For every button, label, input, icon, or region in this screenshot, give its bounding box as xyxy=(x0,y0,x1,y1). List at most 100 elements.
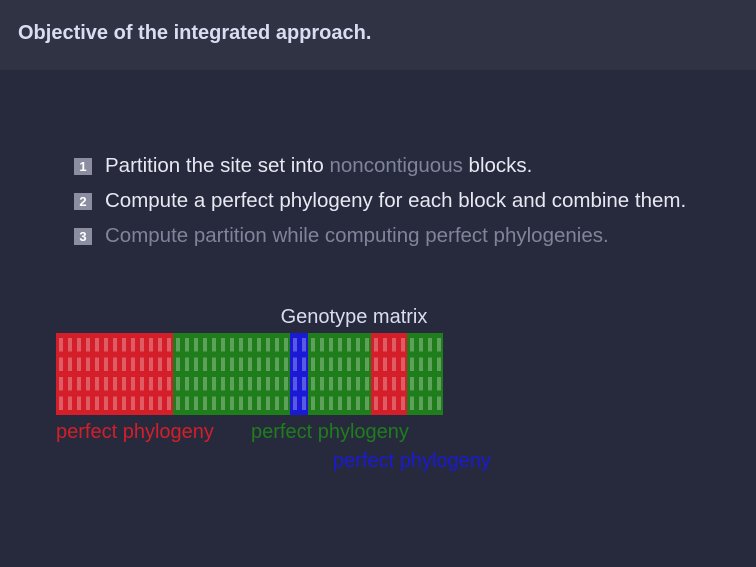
matrix-cell xyxy=(392,377,396,391)
matrix-cell xyxy=(104,357,108,371)
matrix-cell xyxy=(365,338,369,352)
matrix-cell xyxy=(113,357,117,371)
matrix-cell xyxy=(347,338,351,352)
matrix-cell xyxy=(392,357,396,371)
matrix-cell xyxy=(203,396,207,410)
matrix-cell xyxy=(347,396,351,410)
matrix-cell xyxy=(293,338,297,352)
matrix-cell xyxy=(167,357,171,371)
matrix-cell xyxy=(284,357,288,371)
matrix-cell xyxy=(140,396,144,410)
matrix-cell xyxy=(59,377,63,391)
matrix-cell xyxy=(401,338,405,352)
matrix-cell xyxy=(113,377,117,391)
matrix-cell xyxy=(122,357,126,371)
matrix-cell xyxy=(374,357,378,371)
matrix-cell xyxy=(410,377,414,391)
matrix-cell xyxy=(293,396,297,410)
matrix-cell xyxy=(329,338,333,352)
matrix-cell xyxy=(194,377,198,391)
matrix-cell xyxy=(257,338,261,352)
matrix-cell xyxy=(221,357,225,371)
matrix-cell xyxy=(248,357,252,371)
matrix-cell xyxy=(194,396,198,410)
matrix-cell xyxy=(122,377,126,391)
matrix-cell xyxy=(392,338,396,352)
matrix-cell xyxy=(131,338,135,352)
matrix-cell xyxy=(392,396,396,410)
matrix-cell xyxy=(104,338,108,352)
matrix-cell xyxy=(230,357,234,371)
matrix-cell xyxy=(338,377,342,391)
matrix-cell xyxy=(140,377,144,391)
matrix-cell xyxy=(68,396,72,410)
matrix-cell xyxy=(167,338,171,352)
matrix-cell xyxy=(275,396,279,410)
slide-title: Objective of the integrated approach. xyxy=(18,22,372,44)
matrix-cell xyxy=(176,396,180,410)
matrix-block-1 xyxy=(56,333,173,415)
matrix-cell xyxy=(428,357,432,371)
matrix-cell xyxy=(293,357,297,371)
item-text: Compute partition while computing perfec… xyxy=(105,224,609,247)
matrix-cell xyxy=(176,357,180,371)
matrix-cell xyxy=(419,377,423,391)
matrix-cell xyxy=(257,377,261,391)
matrix-cell xyxy=(401,377,405,391)
matrix-cell xyxy=(185,357,189,371)
matrix-cell xyxy=(122,396,126,410)
matrix-cell xyxy=(158,357,162,371)
matrix-cell xyxy=(338,357,342,371)
item-number-badge: 3 xyxy=(74,228,92,245)
matrix-cell xyxy=(329,377,333,391)
matrix-cell xyxy=(158,396,162,410)
matrix-cell xyxy=(239,396,243,410)
matrix-cell xyxy=(68,357,72,371)
matrix-cell xyxy=(257,396,261,410)
matrix-cell xyxy=(410,338,414,352)
matrix-cell xyxy=(149,396,153,410)
matrix-cell xyxy=(185,396,189,410)
matrix-cell xyxy=(77,377,81,391)
item-number-badge: 1 xyxy=(74,158,92,175)
list-item: 1 Partition the site set into noncontigu… xyxy=(74,152,694,179)
matrix-cell xyxy=(185,338,189,352)
matrix-cell xyxy=(356,357,360,371)
matrix-cell xyxy=(149,338,153,352)
matrix-cell xyxy=(149,357,153,371)
matrix-cell xyxy=(212,357,216,371)
matrix-cell xyxy=(383,377,387,391)
matrix-cell xyxy=(356,377,360,391)
matrix-cell xyxy=(302,396,306,410)
matrix-cell xyxy=(275,338,279,352)
matrix-cell xyxy=(266,377,270,391)
matrix-cell xyxy=(230,338,234,352)
item-text: Compute a perfect phylogeny for each blo… xyxy=(105,189,687,212)
matrix-cell xyxy=(212,396,216,410)
matrix-cell xyxy=(212,338,216,352)
matrix-block-4 xyxy=(308,333,371,415)
matrix-block-2 xyxy=(173,333,290,415)
matrix-cell xyxy=(365,377,369,391)
matrix-cell xyxy=(95,396,99,410)
matrix-cell xyxy=(365,396,369,410)
matrix-cell xyxy=(248,377,252,391)
matrix-cell xyxy=(302,338,306,352)
matrix-cell xyxy=(338,338,342,352)
matrix-cell xyxy=(86,338,90,352)
matrix-cell xyxy=(77,338,81,352)
matrix-cell xyxy=(347,377,351,391)
matrix-cell xyxy=(149,377,153,391)
matrix-cell xyxy=(158,338,162,352)
item-highlight: noncontiguous xyxy=(329,154,463,177)
matrix-cell xyxy=(410,396,414,410)
matrix-cell xyxy=(338,396,342,410)
matrix-cell xyxy=(437,377,441,391)
matrix-cell xyxy=(320,377,324,391)
matrix-cell xyxy=(95,338,99,352)
matrix-cell xyxy=(194,357,198,371)
matrix-cell xyxy=(419,338,423,352)
item-text: Partition the site set into xyxy=(105,154,330,177)
matrix-cell xyxy=(158,377,162,391)
matrix-cell xyxy=(401,357,405,371)
